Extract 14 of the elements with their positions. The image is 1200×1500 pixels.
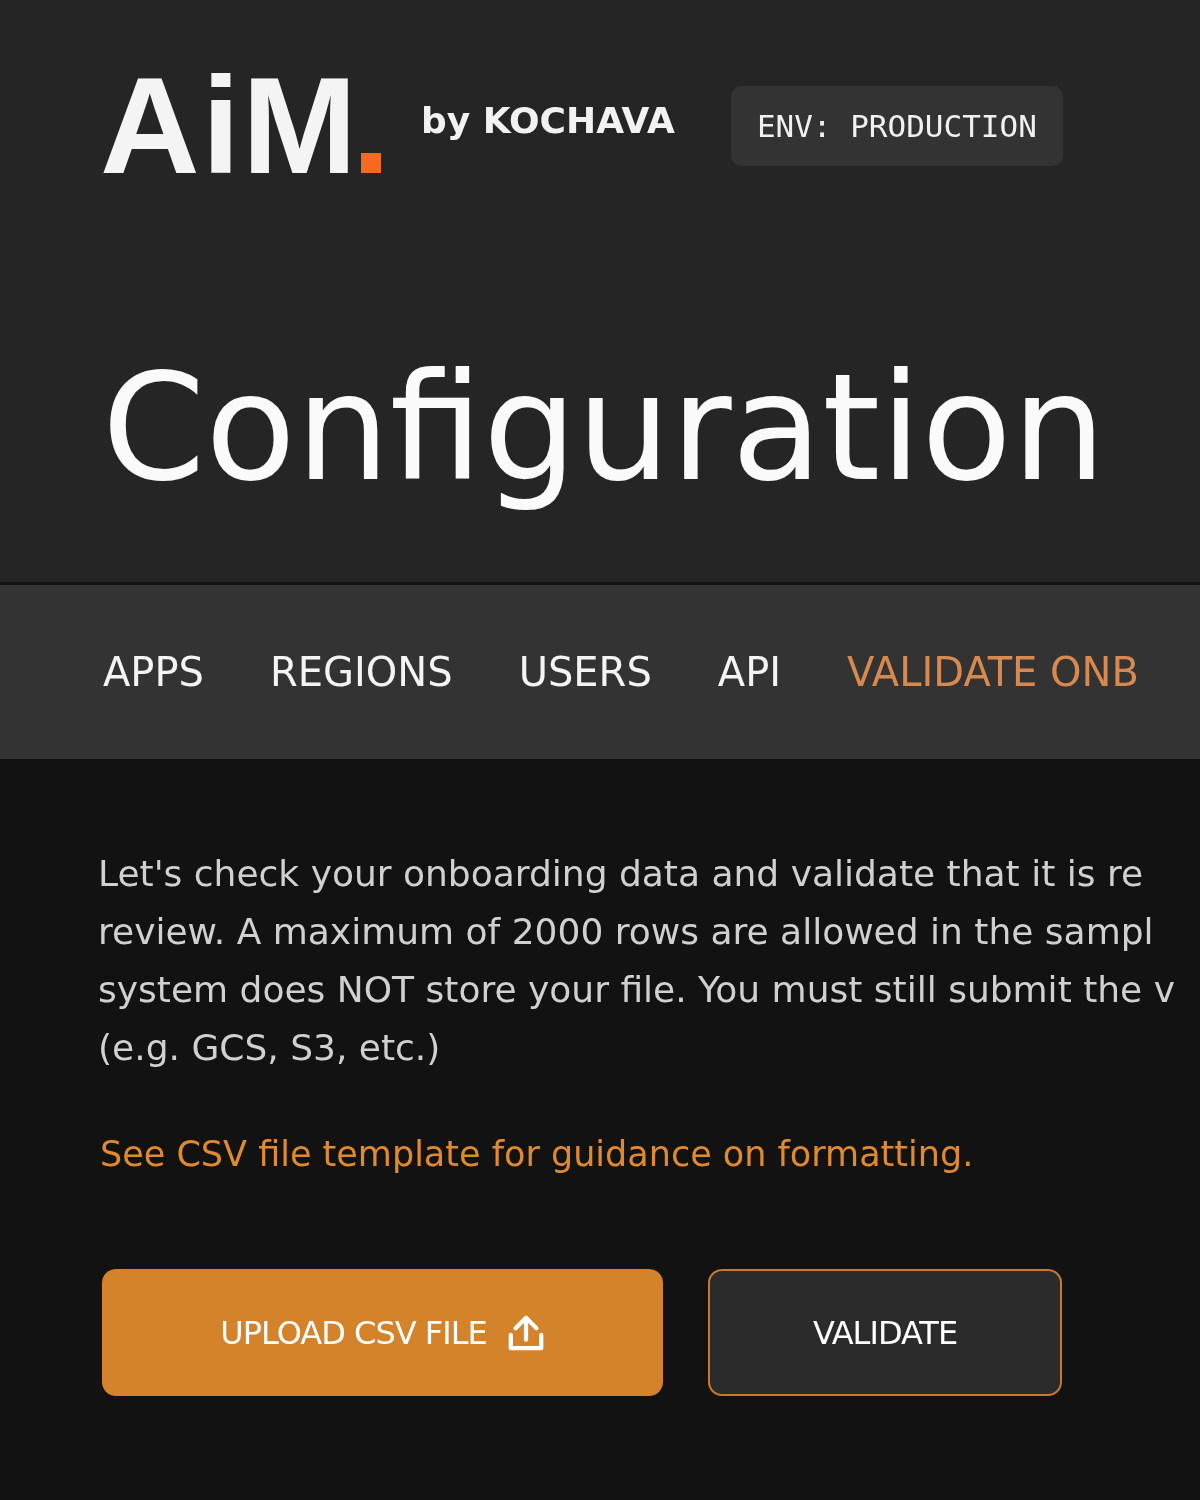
intro-paragraph: Let's check your onboarding data and validate that it is re review. A maximum of 2000 rows are allowed in the sampl system does NOT store your file. You must still submit the v (e.g. GCS, S3, etc.) — [98, 852, 1176, 1070]
validate-button[interactable]: VALIDATE — [708, 1269, 1062, 1396]
upload-icon — [506, 1313, 545, 1352]
page-title: Configuration — [102, 341, 1107, 516]
logo-wordmark: AiM — [100, 75, 359, 175]
template-link[interactable]: See CSV file template for guidance on formatting. — [100, 1129, 974, 1179]
environment-badge: ENV: PRODUCTION — [730, 86, 1063, 166]
nav-tab[interactable]: API — [717, 649, 782, 695]
nav-tab[interactable]: APPS — [103, 649, 204, 695]
nav-tab[interactable]: VALIDATE ONB — [847, 649, 1139, 695]
nav-tab[interactable]: REGIONS — [270, 649, 453, 695]
byline-text: by KOCHAVA — [420, 99, 675, 141]
square-mark-icon — [360, 153, 381, 173]
nav-tab[interactable]: USERS — [518, 649, 652, 695]
